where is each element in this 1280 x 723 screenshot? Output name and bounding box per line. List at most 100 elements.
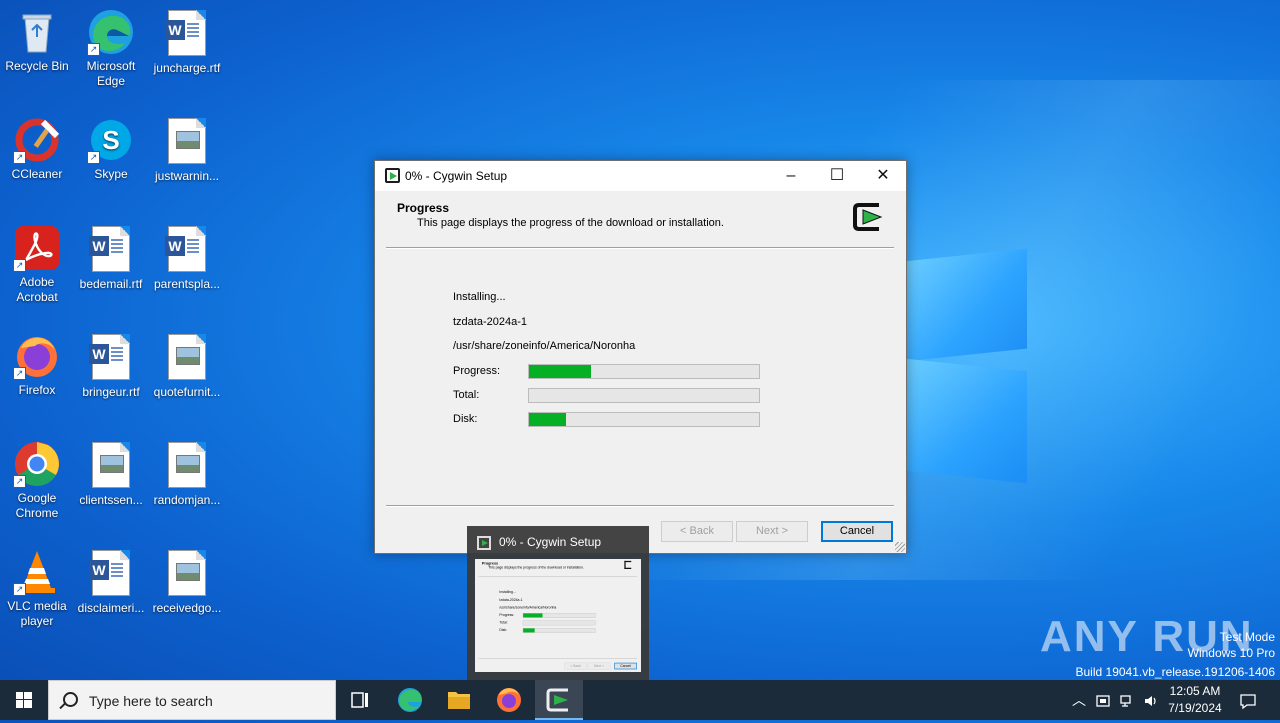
mini-next-button: Next > bbox=[588, 663, 611, 670]
desktop-icon-skype[interactable]: S ↗ Skype bbox=[74, 116, 148, 182]
desktop-icon-label: Google Chrome bbox=[0, 491, 74, 521]
image-file-icon bbox=[87, 442, 135, 490]
mini-cygwin-logo-icon bbox=[624, 561, 631, 569]
desktop-icon-label: Skype bbox=[74, 167, 148, 182]
taskbar-file-explorer[interactable] bbox=[435, 680, 483, 720]
desktop-icon-quotefurnit[interactable]: quotefurnit... bbox=[150, 332, 224, 400]
edge-icon: ↗ bbox=[87, 8, 135, 56]
disk-bar-fill bbox=[529, 413, 566, 426]
preview-title: 0% - Cygwin Setup bbox=[499, 535, 601, 549]
file-path-text: /usr/share/zoneinfo/America/Noronha bbox=[453, 340, 635, 352]
desktop-icon-label: clientssen... bbox=[74, 493, 148, 508]
desktop-icon-label: Firefox bbox=[0, 383, 74, 398]
progress-label: Progress: bbox=[453, 365, 500, 377]
desktop-icon-microsoft-edge[interactable]: ↗ Microsoft Edge bbox=[74, 8, 148, 89]
recycle-bin-icon bbox=[13, 8, 61, 56]
firefox-icon: ↗ bbox=[13, 332, 61, 380]
mini-page-subtitle: This page displays the progress of the d… bbox=[488, 566, 584, 570]
clock-date: 7/19/2024 bbox=[1160, 700, 1230, 717]
desktop-icon-adobe-acrobat[interactable]: ↗ Adobe Acrobat bbox=[0, 224, 74, 305]
desktop-icon-receivedgo[interactable]: receivedgo... bbox=[150, 548, 224, 616]
page-subtitle: This page displays the progress of the d… bbox=[417, 217, 724, 229]
desktop-icon-ccleaner[interactable]: ↗ CCleaner bbox=[0, 116, 74, 182]
resize-grip[interactable] bbox=[895, 542, 905, 552]
desktop-icon-bringeur[interactable]: W bringeur.rtf bbox=[74, 332, 148, 400]
desktop-icon-firefox[interactable]: ↗ Firefox bbox=[0, 332, 74, 398]
taskbar-thumbnail-preview[interactable]: 0% - Cygwin Setup Progress This page dis… bbox=[467, 526, 649, 680]
mini-cancel-button: Cancel bbox=[614, 663, 637, 670]
mini-progress-bar bbox=[523, 613, 596, 618]
maximize-button[interactable]: ☐ bbox=[814, 161, 860, 191]
mini-status-text: Installing... bbox=[499, 590, 515, 594]
mini-file-path-text: /usr/share/zoneinfo/America/Noronha bbox=[499, 606, 556, 610]
taskbar-clock[interactable]: 12:05 AM 7/19/2024 bbox=[1160, 683, 1230, 717]
desktop-icon-vlc[interactable]: ↗ VLC media player bbox=[0, 548, 74, 629]
desktop-icon-clientssen[interactable]: clientssen... bbox=[74, 440, 148, 508]
desktop-icon-recycle-bin[interactable]: Recycle Bin bbox=[0, 8, 74, 74]
image-file-icon bbox=[163, 550, 211, 598]
taskbar-search-box[interactable]: Type here to search bbox=[48, 680, 336, 720]
mini-total-bar bbox=[523, 621, 596, 626]
action-center-button[interactable] bbox=[1232, 680, 1264, 720]
tray-app-icon[interactable] bbox=[1092, 680, 1114, 720]
task-view-icon bbox=[336, 680, 384, 720]
word-document-icon: W bbox=[87, 226, 135, 274]
word-document-icon: W bbox=[87, 550, 135, 598]
desktop-icon-label: receivedgo... bbox=[150, 601, 224, 616]
desktop-icon-label: VLC media player bbox=[0, 599, 74, 629]
minimize-button[interactable]: – bbox=[768, 161, 814, 191]
close-button[interactable]: ✕ bbox=[860, 161, 906, 191]
desktop-icon-label: Adobe Acrobat bbox=[0, 275, 74, 305]
status-text: Installing... bbox=[453, 291, 506, 303]
shortcut-arrow-icon: ↗ bbox=[87, 43, 100, 56]
shortcut-arrow-icon: ↗ bbox=[13, 583, 26, 596]
desktop-icon-juncharge[interactable]: W juncharge.rtf bbox=[150, 8, 224, 76]
desktop-icon-justwarnin[interactable]: justwarnin... bbox=[150, 116, 224, 184]
ccleaner-icon: ↗ bbox=[13, 116, 61, 164]
desktop-icon-label: disclaimeri... bbox=[74, 601, 148, 616]
disk-label: Disk: bbox=[453, 413, 477, 425]
desktop-icon-label: juncharge.rtf bbox=[150, 61, 224, 76]
word-document-icon: W bbox=[163, 226, 211, 274]
task-view-button[interactable] bbox=[336, 680, 384, 720]
title-bar[interactable]: 0% - Cygwin Setup – ☐ ✕ bbox=[375, 161, 906, 191]
mini-disk-bar bbox=[523, 628, 596, 633]
wallpaper-logo-pane bbox=[905, 359, 1027, 484]
network-button[interactable] bbox=[1116, 680, 1138, 720]
header-divider bbox=[386, 247, 894, 249]
desktop-icon-google-chrome[interactable]: ↗ Google Chrome bbox=[0, 440, 74, 521]
cygwin-app-icon bbox=[477, 536, 491, 550]
desktop-icon-label: bringeur.rtf bbox=[74, 385, 148, 400]
cygwin-app-icon bbox=[385, 168, 400, 183]
desktop-icon-disclaimeri[interactable]: W disclaimeri... bbox=[74, 548, 148, 616]
show-hidden-icons-button[interactable]: ︿ bbox=[1068, 680, 1090, 720]
taskbar-edge[interactable] bbox=[386, 680, 434, 720]
taskbar-firefox[interactable] bbox=[485, 680, 533, 720]
progress-bar-fill bbox=[529, 365, 591, 378]
mini-disk-bar-fill bbox=[523, 628, 534, 632]
skype-icon: S ↗ bbox=[87, 116, 135, 164]
edge-icon bbox=[386, 680, 434, 720]
back-button[interactable]: < Back bbox=[661, 521, 733, 542]
desktop-icon-label: CCleaner bbox=[0, 167, 74, 182]
volume-button[interactable] bbox=[1140, 680, 1162, 720]
desktop-icon-bedemail[interactable]: W bedemail.rtf bbox=[74, 224, 148, 292]
mini-package-text: tzdata-2024a-1 bbox=[499, 598, 522, 602]
desktop-icon-label: Recycle Bin bbox=[0, 59, 74, 74]
shortcut-arrow-icon: ↗ bbox=[13, 151, 26, 164]
desktop-icon-randomjan[interactable]: randomjan... bbox=[150, 440, 224, 508]
start-button[interactable] bbox=[0, 680, 48, 720]
image-file-icon bbox=[163, 118, 211, 166]
desktop-icon-label: justwarnin... bbox=[150, 169, 224, 184]
notification-icon bbox=[1239, 692, 1257, 710]
next-button[interactable]: Next > bbox=[736, 521, 808, 542]
taskbar-cygwin-setup[interactable] bbox=[535, 680, 583, 720]
desktop-icon-label: quotefurnit... bbox=[150, 385, 224, 400]
mini-progress-bar-fill bbox=[523, 613, 542, 617]
desktop-icon-parentspla[interactable]: W parentspla... bbox=[150, 224, 224, 292]
tray-device-icon bbox=[1095, 693, 1111, 709]
cancel-button[interactable]: Cancel bbox=[821, 521, 893, 542]
adobe-acrobat-icon: ↗ bbox=[13, 224, 61, 272]
shortcut-arrow-icon: ↗ bbox=[87, 151, 100, 164]
cygwin-logo-icon bbox=[853, 201, 885, 233]
